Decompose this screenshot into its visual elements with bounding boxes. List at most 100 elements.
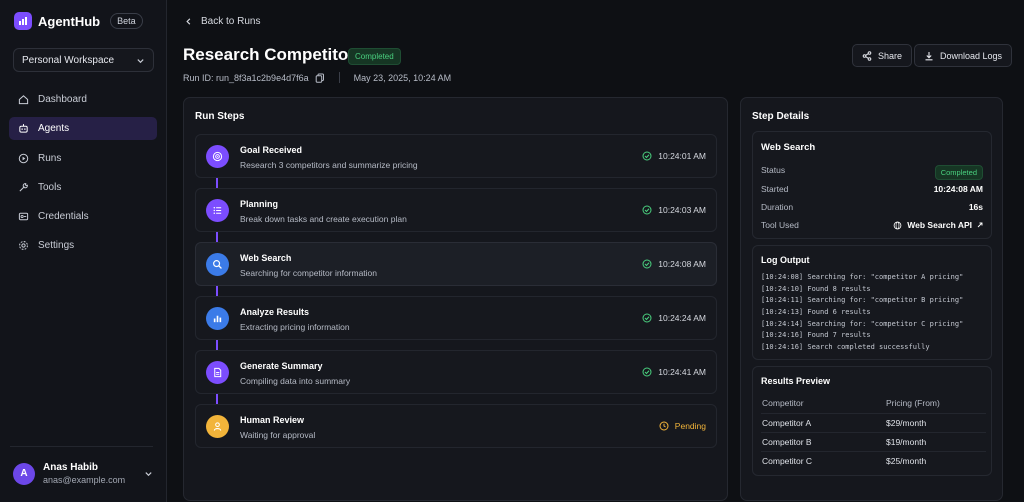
chevron-down-icon (137, 58, 144, 63)
copy-icon[interactable] (315, 73, 325, 83)
check-circle-icon (642, 205, 652, 215)
chevron-down-icon (145, 472, 152, 477)
tool-name: Web Search API (907, 220, 972, 230)
table-cell: $29/month (886, 418, 927, 428)
step-time-label: 10:24:41 AM (658, 367, 706, 377)
user-email: anas@example.com (43, 475, 126, 485)
sidebar-item-credentials[interactable]: Credentials (9, 205, 157, 228)
sidebar-nav: Dashboard Agents Runs Tools Credentials … (9, 88, 157, 264)
step-time-label: 10:24:24 AM (658, 313, 706, 323)
step-time: Pending (659, 421, 706, 431)
field-value: 10:24:08 AM (933, 184, 983, 194)
step-analyze-results[interactable]: Analyze Results Extracting pricing infor… (195, 296, 717, 340)
check-circle-icon (642, 259, 652, 269)
step-time-label: 10:24:08 AM (658, 259, 706, 269)
log-lines: [10:24:08] Searching for: "competitor A … (761, 273, 986, 355)
tools-icon (19, 183, 28, 192)
check-circle-icon (642, 313, 652, 323)
step-summary-card: Web Search Status Completed Started 10:2… (752, 131, 992, 239)
workspace-selector[interactable]: Personal Workspace (13, 48, 154, 72)
sidebar-item-label: Dashboard (38, 94, 87, 105)
sidebar-item-label: Agents (38, 123, 70, 135)
step-desc: Searching for competitor information (240, 268, 378, 278)
user-icon (206, 415, 229, 438)
step-connector (216, 340, 218, 350)
field-label: Started (761, 184, 789, 194)
step-connector (216, 394, 218, 404)
field-label: Duration (761, 202, 794, 212)
step-details-title: Step Details (752, 111, 810, 122)
step-goal-received[interactable]: Goal Received Research 3 competitors and… (195, 134, 717, 178)
divider (10, 446, 153, 447)
sidebar-item-runs[interactable]: Runs (9, 147, 157, 170)
log-output-card: Log Output [10:24:08] Searching for: "co… (752, 245, 992, 360)
brand[interactable]: AgentHub Beta (14, 12, 143, 30)
sidebar-item-agents[interactable]: Agents (9, 117, 157, 141)
step-title: Analyze Results (240, 307, 310, 317)
step-desc: Extracting pricing information (240, 322, 350, 332)
logo-icon (14, 12, 32, 30)
step-time-label: 10:24:03 AM (658, 205, 706, 215)
step-time: 10:24:01 AM (642, 151, 706, 161)
download-label: Download Logs (940, 50, 1003, 61)
step-desc: Compiling data into summary (240, 376, 351, 386)
column-header: Competitor (762, 397, 804, 408)
step-time: 10:24:24 AM (642, 313, 706, 323)
avatar: A (13, 462, 35, 485)
log-line: [10:24:13] Found 6 results (761, 308, 871, 317)
globe-icon (893, 221, 902, 229)
step-title: Planning (240, 199, 278, 209)
results-preview-title: Results Preview (761, 376, 831, 386)
step-planning[interactable]: Planning Break down tasks and create exe… (195, 188, 717, 232)
log-line: [10:24:08] Searching for: "competitor A … (761, 273, 964, 281)
check-circle-icon (642, 151, 652, 161)
status-row: Status Completed (761, 165, 983, 180)
table-header: Competitor Pricing (From) (761, 393, 986, 412)
table-cell: Competitor A (762, 418, 812, 428)
table-row: Competitor C $25/month (761, 451, 986, 470)
run-meta: Run ID: run_8f3a1c2b9e4d7f6a May 23, 202… (183, 72, 451, 83)
selected-step-name: Web Search (761, 142, 816, 153)
target-icon (206, 145, 229, 168)
step-connector (216, 232, 218, 242)
meta-divider (338, 72, 340, 83)
sidebar-item-tools[interactable]: Tools (9, 176, 157, 199)
sidebar: AgentHub Beta Personal Workspace Dashboa… (0, 0, 167, 502)
external-link-icon (977, 222, 983, 228)
table-cell: $25/month (886, 456, 927, 466)
sidebar-item-label: Runs (38, 152, 62, 164)
step-title: Goal Received (240, 145, 303, 155)
back-to-runs-link[interactable]: Back to Runs (184, 16, 260, 27)
sidebar-item-settings[interactable]: Settings (9, 234, 157, 257)
share-button[interactable]: Share (852, 44, 913, 67)
search-icon (206, 253, 229, 276)
run-date: May 23, 2025, 10:24 AM (353, 72, 452, 83)
share-icon (862, 50, 872, 61)
log-line: [10:24:10] Found 8 results (761, 284, 871, 293)
step-web-search[interactable]: Web Search Searching for competitor info… (195, 242, 717, 286)
user-name: Anas Habib (43, 462, 99, 473)
started-row: Started 10:24:08 AM (761, 184, 983, 194)
user-menu[interactable]: A Anas Habib anas@example.com (13, 462, 153, 485)
clock-icon (659, 421, 669, 431)
gear-icon (19, 241, 28, 251)
step-generate-summary[interactable]: Generate Summary Compiling data into sum… (195, 350, 717, 394)
sidebar-item-label: Credentials (38, 211, 89, 223)
log-line: [10:24:16] Found 7 results (761, 331, 871, 340)
step-connector (216, 178, 218, 188)
step-time: 10:24:41 AM (642, 367, 706, 377)
step-title: Human Review (240, 415, 305, 425)
field-label: Status (761, 165, 786, 175)
download-logs-button[interactable]: Download Logs (914, 44, 1013, 67)
sidebar-item-dashboard[interactable]: Dashboard (9, 88, 157, 111)
step-desc: Waiting for approval (240, 430, 316, 440)
log-line: [10:24:11] Searching for: "competitor B … (761, 296, 964, 305)
tool-link[interactable]: Web Search API (893, 220, 983, 230)
back-label: Back to Runs (201, 16, 261, 27)
table-cell: Competitor C (762, 456, 813, 466)
step-human-review[interactable]: Human Review Waiting for approval Pendin… (195, 404, 717, 448)
home-icon (18, 95, 29, 105)
tool-used-row: Tool Used Web Search API (761, 220, 983, 230)
column-header: Pricing (From) (886, 397, 940, 408)
list-icon (206, 199, 229, 222)
